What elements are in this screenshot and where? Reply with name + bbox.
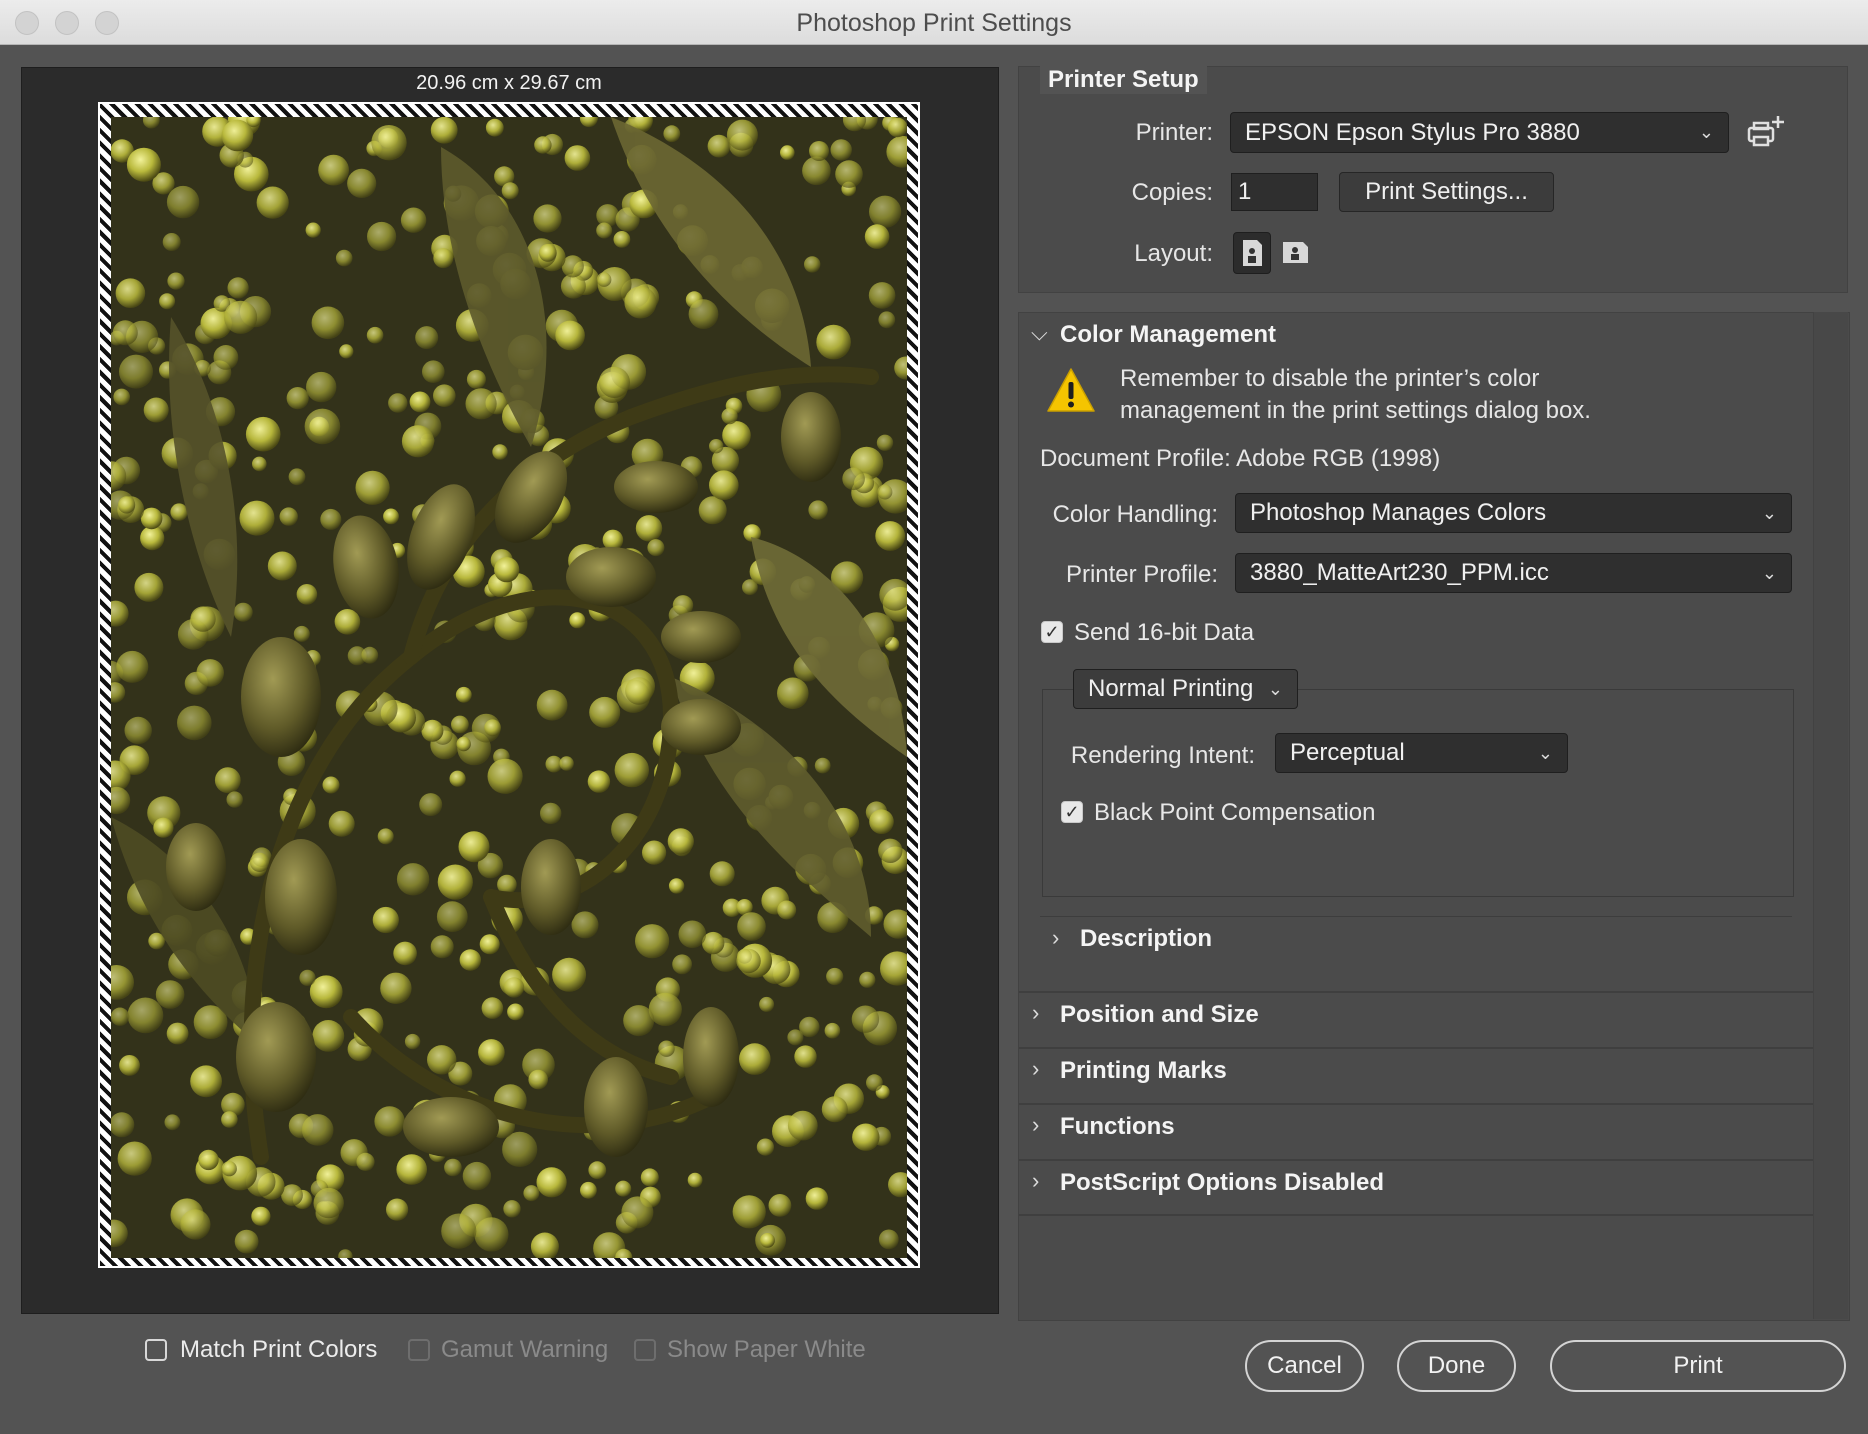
landscape-icon <box>1283 242 1308 263</box>
printer-select[interactable]: EPSON Epson Stylus Pro 3880 ⌄ <box>1230 112 1729 153</box>
copies-label: Copies: <box>1131 179 1213 206</box>
section-divider <box>1019 991 1813 993</box>
landscape-layout-button[interactable] <box>1277 232 1313 272</box>
window-title: Photoshop Print Settings <box>796 9 1072 37</box>
match-print-colors-label[interactable]: Match Print Colors <box>180 1336 377 1364</box>
printer-color-warning: Remember to disable the printer’s color … <box>1120 363 1591 427</box>
add-printer-icon[interactable] <box>1746 114 1786 150</box>
chevron-right-icon[interactable]: › <box>1032 1112 1039 1138</box>
send-16bit-checkbox[interactable]: ✓ <box>1041 621 1063 643</box>
send-16bit-label[interactable]: Send 16-bit Data <box>1074 619 1254 647</box>
section-divider <box>1019 1103 1813 1105</box>
printer-profile-value: 3880_MatteArt230_PPM.icc <box>1250 559 1549 586</box>
color-handling-select[interactable]: Photoshop Manages Colors ⌄ <box>1235 493 1792 533</box>
rendering-intent-select[interactable]: Perceptual ⌄ <box>1275 733 1568 773</box>
warning-line-2: management in the print settings dialog … <box>1120 397 1591 424</box>
printer-label: Printer: <box>1135 119 1213 146</box>
document-profile: Document Profile: Adobe RGB (1998) <box>1040 445 1441 472</box>
chevron-right-icon[interactable]: › <box>1032 1000 1039 1026</box>
preview-image[interactable] <box>111 117 907 1258</box>
black-point-compensation-label[interactable]: Black Point Compensation <box>1094 799 1375 827</box>
print-settings-button[interactable]: Print Settings... <box>1339 172 1554 212</box>
match-print-colors-checkbox[interactable] <box>145 1339 167 1361</box>
portrait-layout-button[interactable] <box>1233 232 1271 274</box>
chevron-down-icon: ⌄ <box>1698 122 1714 142</box>
printer-setup-heading: Printer Setup <box>1040 66 1207 94</box>
normal-printing-value: Normal Printing <box>1088 675 1254 702</box>
rendering-intent-value: Perceptual <box>1290 739 1405 766</box>
chevron-right-icon[interactable]: › <box>1052 925 1059 951</box>
chevron-right-icon[interactable]: › <box>1032 1056 1039 1082</box>
section-divider <box>1019 1159 1813 1161</box>
black-point-compensation-checkbox[interactable]: ✓ <box>1061 801 1083 823</box>
collapse-chevron-icon[interactable]: ⌵ <box>1031 320 1048 346</box>
scrollbar-track[interactable] <box>1813 312 1848 1319</box>
show-paper-white-checkbox <box>634 1339 656 1361</box>
section-functions[interactable]: Functions <box>1060 1113 1175 1141</box>
chevron-down-icon: ⌄ <box>1761 562 1777 583</box>
warning-line-1: Remember to disable the printer’s color <box>1120 365 1540 392</box>
gamut-warning-label: Gamut Warning <box>441 1336 609 1363</box>
paper-dimensions: 20.96 cm x 29.67 cm <box>416 72 602 94</box>
done-button[interactable]: Done <box>1397 1340 1516 1392</box>
chevron-down-icon: ⌄ <box>1267 678 1283 699</box>
section-position-size[interactable]: Position and Size <box>1060 1001 1259 1029</box>
gamut-warning-checkbox <box>408 1339 430 1361</box>
section-printing-marks[interactable]: Printing Marks <box>1060 1057 1227 1085</box>
chevron-right-icon[interactable]: › <box>1032 1168 1039 1194</box>
printer-select-value: EPSON Epson Stylus Pro 3880 <box>1245 118 1580 146</box>
show-paper-white-label: Show Paper White <box>667 1336 866 1363</box>
normal-printing-select[interactable]: Normal Printing ⌄ <box>1073 669 1298 709</box>
warning-icon <box>1046 366 1096 414</box>
portrait-icon <box>1243 240 1262 266</box>
printer-profile-label: Printer Profile: <box>1065 561 1218 588</box>
chevron-down-icon: ⌄ <box>1761 502 1777 523</box>
description-divider <box>1040 916 1792 917</box>
rendering-intent-label: Rendering Intent: <box>1070 742 1255 769</box>
copies-field[interactable]: 1 <box>1231 173 1318 211</box>
color-handling-value: Photoshop Manages Colors <box>1250 499 1547 526</box>
description-toggle[interactable]: Description <box>1080 925 1212 953</box>
seaweed-photo <box>111 117 907 1258</box>
chevron-down-icon: ⌄ <box>1537 742 1553 763</box>
color-management-heading[interactable]: Color Management <box>1060 321 1276 349</box>
section-postscript[interactable]: PostScript Options Disabled <box>1060 1169 1384 1197</box>
cancel-button[interactable]: Cancel <box>1245 1340 1364 1392</box>
print-button[interactable]: Print <box>1550 1340 1846 1392</box>
color-handling-label: Color Handling: <box>1052 501 1218 528</box>
printer-profile-select[interactable]: 3880_MatteArt230_PPM.icc ⌄ <box>1235 553 1792 593</box>
rendering-group <box>1042 689 1794 897</box>
section-divider <box>1019 1214 1813 1216</box>
layout-label: Layout: <box>1134 240 1213 267</box>
section-divider <box>1019 1047 1813 1049</box>
